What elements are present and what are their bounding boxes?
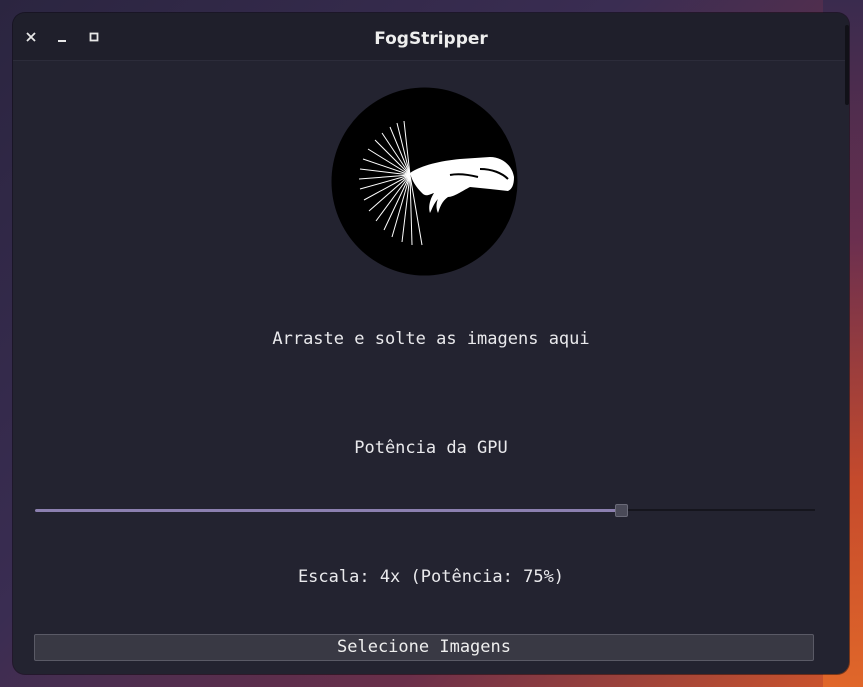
title-bar: FogStripper: [13, 13, 849, 61]
scrollbar[interactable]: [845, 25, 849, 105]
slider-handle[interactable]: [615, 504, 628, 517]
hand-light-rays-icon: [331, 87, 518, 276]
gpu-power-slider[interactable]: [35, 502, 815, 518]
window-title: FogStripper: [374, 29, 488, 49]
drop-zone-label: Arraste e solte as imagens aqui: [272, 329, 590, 349]
select-images-button[interactable]: Selecione Imagens: [34, 634, 814, 661]
slider-fill: [35, 509, 620, 512]
app-window: FogStripper Arraste e solte as imagens a…: [13, 13, 849, 674]
gpu-power-label: Potência da GPU: [354, 438, 508, 458]
scale-status-label: Escala: 4x (Potência: 75%): [297, 567, 565, 587]
